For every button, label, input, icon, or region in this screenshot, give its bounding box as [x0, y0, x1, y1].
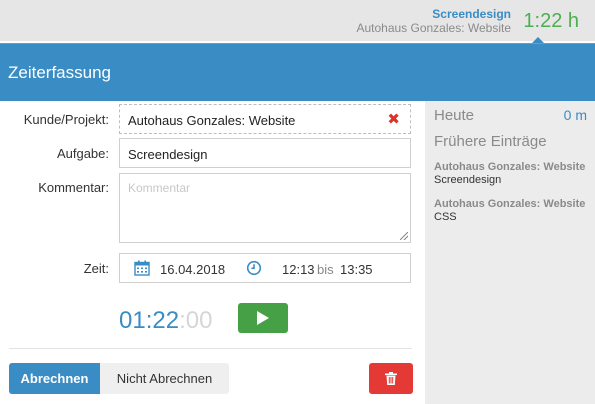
delete-button[interactable]: [369, 363, 413, 394]
clear-icon[interactable]: ✖: [387, 110, 400, 128]
entry-project: Autohaus Gonzales: Website: [434, 198, 586, 210]
time-range-field: 16.04.2018 12:13 bis 13:35: [119, 253, 411, 283]
comment-label: Kommentar:: [38, 180, 109, 195]
customer-project-select[interactable]: Autohaus Gonzales: Website ✖: [119, 104, 411, 134]
stopwatch-hours: 01: [119, 307, 146, 334]
comment-textarea[interactable]: Kommentar: [119, 173, 411, 243]
panel-title: Zeiterfassung: [8, 63, 111, 82]
calendar-icon[interactable]: [134, 260, 150, 276]
start-timer-button[interactable]: [238, 303, 288, 333]
task-label: Aufgabe:: [56, 146, 109, 161]
bill-button[interactable]: Abrechnen: [9, 363, 100, 394]
customer-project-value: Autohaus Gonzales: Website: [128, 113, 296, 128]
running-project-name: Autohaus Gonzales: Website: [356, 21, 511, 35]
time-entry-form: Kunde/Projekt: Autohaus Gonzales: Websit…: [0, 101, 425, 404]
task-value: Screendesign: [128, 147, 208, 162]
entry-task: CSS: [434, 211, 457, 223]
top-bar: Screendesign Autohaus Gonzales: Website …: [0, 0, 595, 43]
customer-label: Kunde/Projekt:: [23, 112, 109, 127]
panel-header: Zeiterfassung: [0, 43, 595, 101]
end-time-value[interactable]: 13:35: [340, 262, 373, 277]
running-task-name: Screendesign: [432, 7, 511, 21]
form-divider: [9, 348, 412, 349]
comment-placeholder: Kommentar: [128, 181, 191, 195]
history-sidebar: Heute 0 m Frühere Einträge Autohaus Gonz…: [425, 101, 595, 404]
entry-task: Screendesign: [434, 174, 502, 186]
stopwatch-display: 01:22:00: [119, 307, 213, 334]
running-timer-info[interactable]: Screendesign Autohaus Gonzales: Website: [356, 7, 511, 35]
stopwatch-minutes: 22: [152, 307, 180, 334]
today-label: Heute: [434, 107, 475, 124]
no-bill-button[interactable]: Nicht Abrechnen: [100, 363, 229, 394]
start-time-value[interactable]: 12:13: [282, 262, 315, 277]
entry-project: Autohaus Gonzales: Website: [434, 161, 586, 173]
trash-icon: [385, 372, 397, 385]
clock-icon[interactable]: [246, 260, 262, 276]
earlier-entries-title: Frühere Einträge: [434, 133, 547, 150]
stopwatch-seconds: 00: [185, 307, 213, 334]
list-item[interactable]: Autohaus Gonzales: Website CSS: [434, 198, 585, 224]
today-total: 0 m: [563, 107, 587, 123]
date-value[interactable]: 16.04.2018: [160, 262, 225, 277]
running-elapsed-time[interactable]: 1:22 h: [523, 8, 579, 34]
resize-handle[interactable]: [400, 232, 408, 240]
list-item[interactable]: Autohaus Gonzales: Website Screendesign: [434, 161, 585, 187]
until-label: bis: [317, 262, 334, 277]
play-icon: [257, 311, 269, 325]
task-input[interactable]: Screendesign: [119, 138, 411, 168]
time-label: Zeit:: [83, 261, 109, 276]
